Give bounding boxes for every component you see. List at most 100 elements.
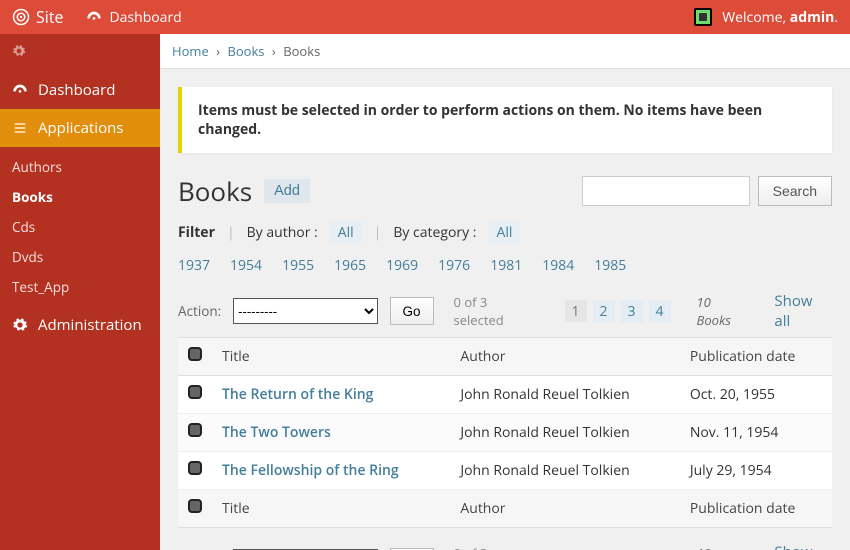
sidebar-item-label: Dashboard — [38, 80, 115, 100]
filter-author-value[interactable]: All — [330, 221, 362, 244]
welcome-prefix: Welcome, — [722, 8, 790, 27]
row-checkbox[interactable] — [188, 385, 202, 399]
row-author: John Ronald Reuel Tolkien — [450, 452, 679, 490]
page-title: Books — [178, 173, 252, 209]
year-filter[interactable]: 1984 — [542, 256, 574, 275]
page-link[interactable]: 3 — [621, 300, 643, 322]
col-pubdate[interactable]: Publication date — [680, 490, 832, 528]
gauge-icon — [86, 9, 102, 25]
action-select[interactable]: --------- — [233, 298, 377, 324]
selection-count: 0 of 3 selected — [454, 544, 541, 550]
show-all-link[interactable]: Show all — [774, 291, 832, 331]
filter-category-label: By category : — [393, 223, 476, 242]
breadcrumb-current: Books — [283, 42, 320, 60]
settings-gear[interactable] — [0, 44, 160, 71]
sidebar-item-label: Administration — [38, 315, 142, 335]
welcome-suffix: . — [834, 8, 838, 27]
row-pubdate: Nov. 11, 1954 — [680, 414, 832, 452]
row-checkbox[interactable] — [188, 423, 202, 437]
sidebar-item-administration[interactable]: Administration — [0, 306, 160, 344]
sidebar-item-dashboard[interactable]: Dashboard — [0, 71, 160, 109]
action-bar-top: Action: --------- Go 0 of 3 selected 1 2… — [178, 291, 832, 331]
row-checkbox[interactable] — [188, 461, 202, 475]
year-filter[interactable]: 1976 — [438, 256, 470, 275]
sidebar-subitem[interactable]: Test_App — [0, 272, 160, 302]
table-row: The Two Towers John Ronald Reuel Tolkien… — [178, 414, 832, 452]
search-button[interactable]: Search — [758, 176, 832, 206]
avatar-icon[interactable] — [694, 8, 712, 26]
sidebar-subitem[interactable]: Dvds — [0, 242, 160, 272]
table-row: The Fellowship of the Ring John Ronald R… — [178, 452, 832, 490]
table-row: The Return of the King John Ronald Reuel… — [178, 376, 832, 414]
sidebar-sub-apps: Authors Books Cds Dvds Test_App — [0, 147, 160, 306]
row-title-link[interactable]: The Return of the King — [222, 385, 373, 404]
total-count: 10 Books — [697, 293, 749, 329]
topbar-left: Site Dashboard — [12, 6, 182, 28]
main: Home › Books › Books Items must be selec… — [160, 34, 850, 550]
year-filter[interactable]: 1965 — [334, 256, 366, 275]
row-pubdate: July 29, 1954 — [680, 452, 832, 490]
topbar-dashboard-link[interactable]: Dashboard — [86, 8, 182, 27]
topbar: Site Dashboard Welcome, admin. — [0, 0, 850, 34]
filter-author-label: By author : — [247, 223, 318, 242]
welcome-username: admin — [790, 8, 835, 27]
target-icon — [12, 8, 30, 26]
year-filter[interactable]: 1969 — [386, 256, 418, 275]
page-link[interactable]: 1 — [565, 300, 587, 322]
filter-bar: Filter | By author : All | By category :… — [178, 221, 832, 244]
brand[interactable]: Site — [12, 6, 64, 28]
gear-icon — [12, 317, 28, 333]
page-link[interactable]: 2 — [593, 300, 615, 322]
sidebar-item-label: Applications — [38, 118, 123, 138]
divider: | — [227, 223, 235, 242]
sidebar-item-applications[interactable]: Applications — [0, 109, 160, 147]
year-filter-row: 1937 1954 1955 1965 1969 1976 1981 1984 … — [178, 256, 832, 275]
year-filter[interactable]: 1937 — [178, 256, 210, 275]
total-count: 10 Books — [697, 544, 749, 550]
search-input[interactable] — [582, 176, 750, 206]
col-author[interactable]: Author — [450, 490, 679, 528]
row-title-link[interactable]: The Two Towers — [222, 423, 331, 442]
table-footer-row: Title Author Publication date — [178, 490, 832, 528]
brand-text: Site — [36, 6, 64, 28]
col-title[interactable]: Title — [212, 490, 450, 528]
row-author: John Ronald Reuel Tolkien — [450, 376, 679, 414]
year-filter[interactable]: 1955 — [282, 256, 314, 275]
col-author[interactable]: Author — [450, 338, 679, 376]
list-icon — [12, 120, 28, 136]
topbar-right: Welcome, admin. — [694, 8, 838, 27]
year-filter[interactable]: 1954 — [230, 256, 262, 275]
show-all-link[interactable]: Show all — [774, 542, 832, 550]
sidebar-subitem[interactable]: Cds — [0, 212, 160, 242]
year-filter[interactable]: 1981 — [490, 256, 522, 275]
col-title[interactable]: Title — [212, 338, 450, 376]
breadcrumb-sep: › — [212, 42, 224, 60]
sidebar-subitem[interactable]: Authors — [0, 152, 160, 182]
gauge-icon — [12, 82, 28, 98]
select-all-checkbox[interactable] — [188, 499, 202, 513]
year-filter[interactable]: 1985 — [594, 256, 626, 275]
row-author: John Ronald Reuel Tolkien — [450, 414, 679, 452]
action-bar-bottom: Action: --------- Go 0 of 3 selected 1 2… — [178, 542, 832, 550]
warning-alert-text: Items must be selected in order to perfo… — [198, 101, 762, 139]
sidebar-subitem[interactable]: Books — [0, 182, 160, 212]
breadcrumb-home[interactable]: Home — [172, 42, 209, 60]
sidebar: Dashboard Applications Authors Books Cds… — [0, 34, 160, 550]
action-label: Action: — [178, 302, 221, 320]
search-bar: Search — [582, 176, 832, 206]
breadcrumb-sep: › — [268, 42, 280, 60]
page-link[interactable]: 4 — [649, 300, 671, 322]
select-all-checkbox[interactable] — [188, 347, 202, 361]
breadcrumb-mid[interactable]: Books — [227, 42, 264, 60]
breadcrumb: Home › Books › Books — [160, 34, 850, 69]
table-header-row: Title Author Publication date — [178, 338, 832, 376]
filter-label: Filter — [178, 223, 215, 242]
filter-category-value[interactable]: All — [488, 221, 520, 244]
row-title-link[interactable]: The Fellowship of the Ring — [222, 461, 399, 480]
col-pubdate[interactable]: Publication date — [680, 338, 832, 376]
go-button[interactable]: Go — [390, 297, 434, 325]
row-pubdate: Oct. 20, 1955 — [680, 376, 832, 414]
pager: 1 2 3 4 — [565, 300, 671, 322]
add-button[interactable]: Add — [264, 179, 310, 203]
topbar-dashboard-label: Dashboard — [110, 8, 182, 27]
